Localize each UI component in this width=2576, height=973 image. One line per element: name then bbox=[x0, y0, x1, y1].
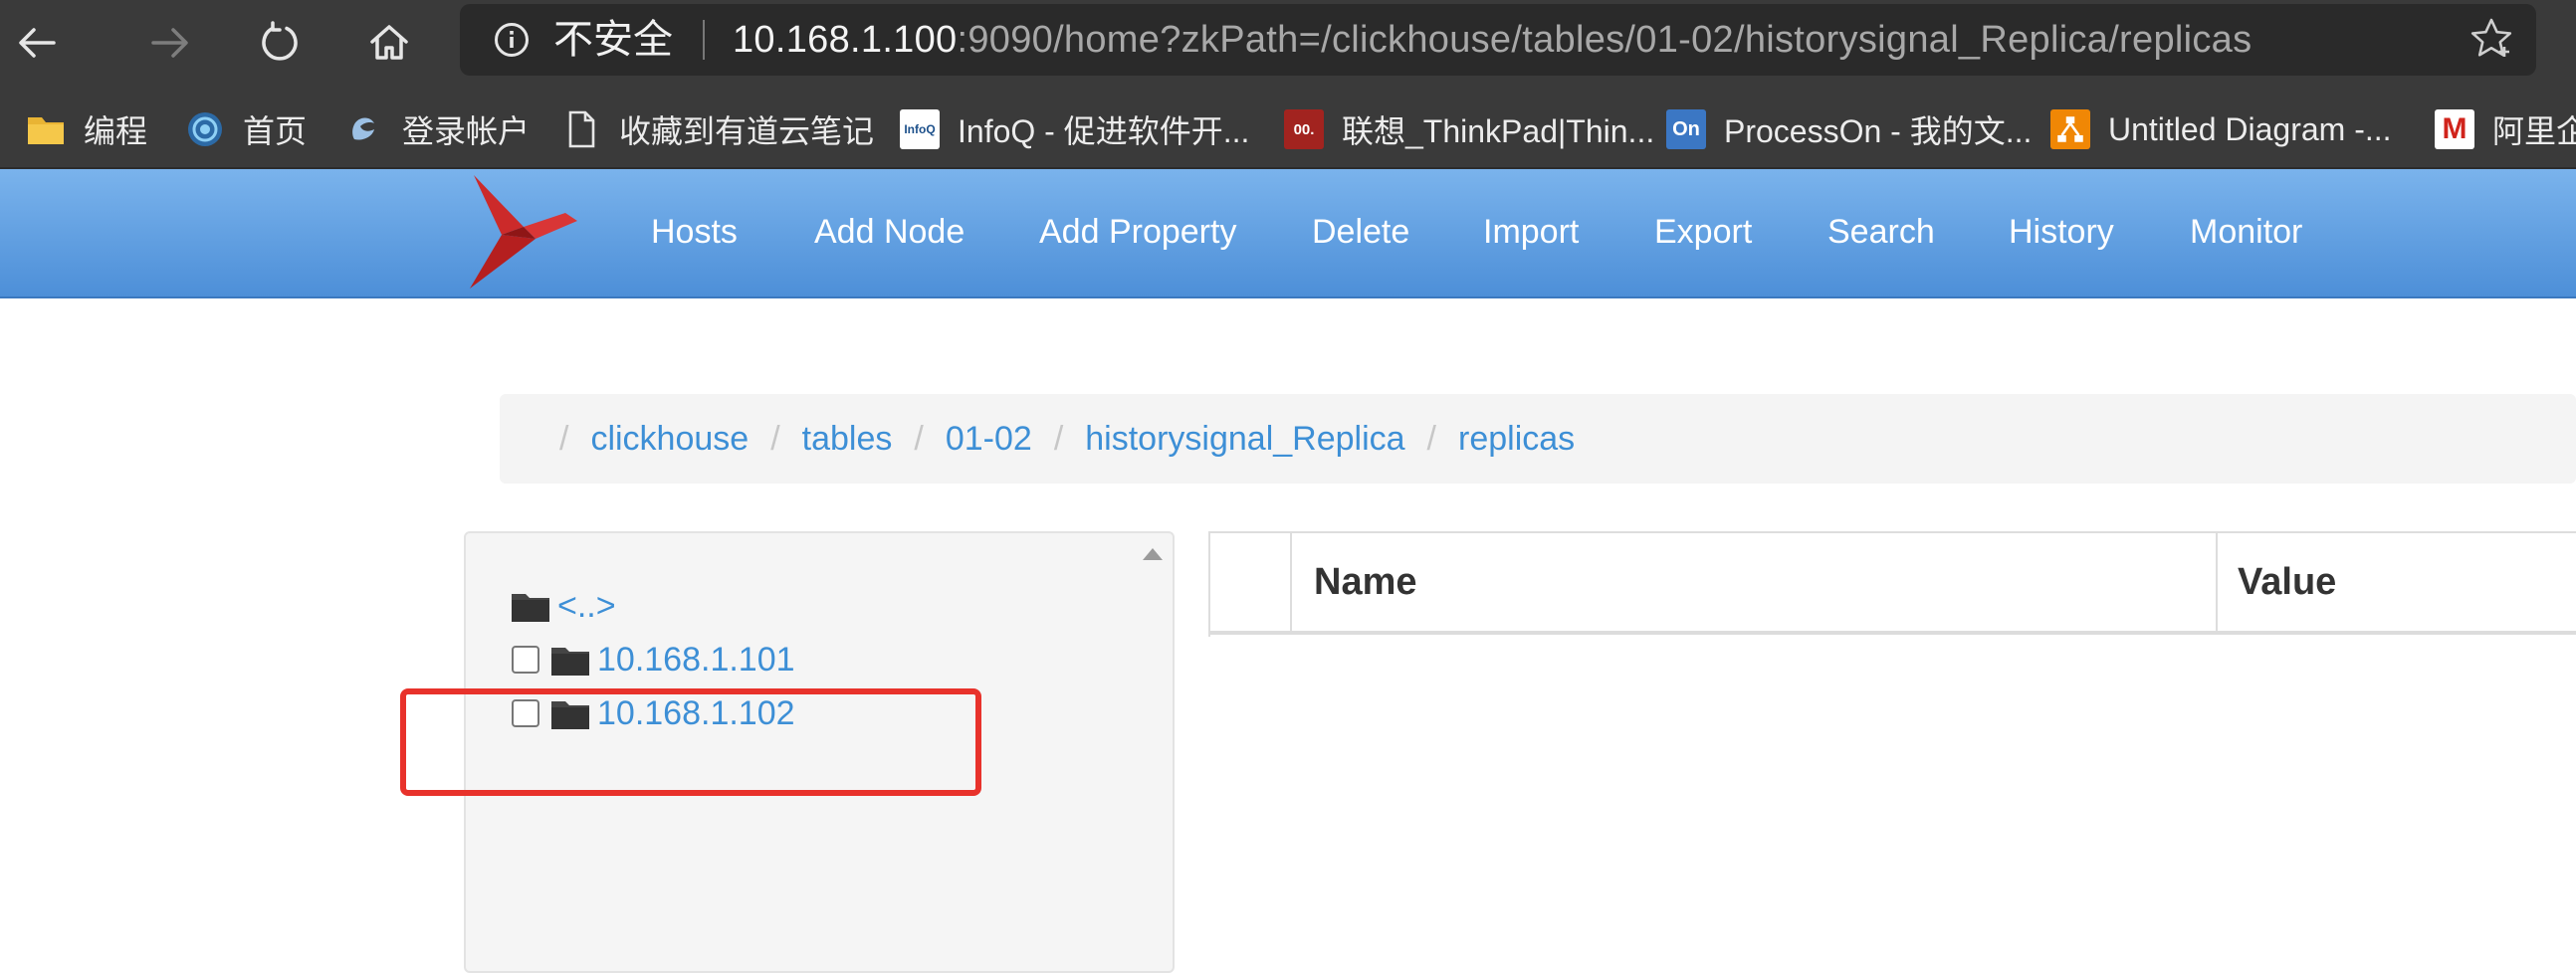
breadcrumb: / clickhouse / tables / 01-02 / historysignal_R… bbox=[500, 394, 2576, 484]
bookmark-item[interactable]: InfoQ InfoQ - 促进软件开... bbox=[900, 105, 1249, 153]
page-icon bbox=[561, 109, 601, 149]
breadcrumb-historysignal-replica[interactable]: historysignal_Replica bbox=[1085, 420, 1404, 458]
table-header-divider bbox=[1210, 631, 2576, 635]
home-icon bbox=[370, 25, 408, 60]
bookmark-item[interactable]: 00. 联想_ThinkPad|Thin... bbox=[1284, 105, 1654, 153]
folder-icon bbox=[512, 594, 549, 622]
security-label[interactable]: 不安全 bbox=[553, 14, 673, 66]
bookmark-item[interactable]: 收藏到有道云笔记 bbox=[561, 105, 874, 153]
triangle-up-icon bbox=[1143, 548, 1163, 560]
forward-arrow-icon bbox=[151, 28, 188, 58]
url-host: 10.168.1.100 bbox=[733, 19, 958, 61]
processon-icon: On bbox=[1666, 109, 1706, 149]
aliyun-mail-icon: M bbox=[2435, 109, 2474, 149]
bookmark-item[interactable]: 首页 bbox=[185, 105, 307, 153]
forward-button[interactable] bbox=[135, 8, 205, 78]
folder-icon bbox=[26, 109, 66, 149]
tree-node-row[interactable]: 10.168.1.101 bbox=[512, 635, 795, 684]
breadcrumb-trail: / clickhouse / tables / 01-02 / historysignal_R… bbox=[500, 394, 1575, 484]
drawio-icon bbox=[2050, 109, 2090, 149]
address-bar[interactable]: 不安全 10.168.1.100:9090/home?zkPath=/click… bbox=[460, 4, 2536, 76]
bookmarks-bar: 编程 首页 登录帐户 收藏到有道云笔记 InfoQ InfoQ - 促进软件开.… bbox=[0, 92, 2576, 169]
swirl-icon bbox=[185, 109, 225, 149]
properties-table: Name Value bbox=[1208, 531, 2576, 637]
breadcrumb-01-02[interactable]: 01-02 bbox=[946, 420, 1032, 458]
back-button[interactable] bbox=[2, 8, 72, 78]
node-checkbox[interactable] bbox=[512, 646, 539, 674]
surfshark-icon bbox=[344, 109, 384, 149]
bookmark-item[interactable]: Untitled Diagram -... bbox=[2050, 105, 2392, 153]
app-navbar: Hosts Add Node Add Property Delete Impor… bbox=[0, 169, 2576, 298]
url-text[interactable]: 10.168.1.100:9090/home?zkPath=/clickhous… bbox=[733, 14, 2252, 66]
bookmark-star-icon[interactable] bbox=[2467, 14, 2516, 64]
nav-search[interactable]: Search bbox=[1827, 209, 1935, 255]
url-path: :9090/home?zkPath=/clickhouse/tables/01-… bbox=[957, 19, 2253, 61]
infoq-icon: InfoQ bbox=[900, 109, 940, 149]
breadcrumb-separator: / bbox=[1426, 420, 1436, 458]
bird-logo-icon[interactable] bbox=[466, 169, 585, 296]
nav-add-property[interactable]: Add Property bbox=[1039, 209, 1236, 255]
refresh-button[interactable] bbox=[245, 8, 315, 78]
home-button[interactable] bbox=[354, 8, 424, 78]
nav-monitor[interactable]: Monitor bbox=[2190, 209, 2302, 255]
breadcrumb-clickhouse[interactable]: clickhouse bbox=[590, 420, 749, 458]
parent-node-link[interactable]: <..> bbox=[557, 587, 616, 626]
breadcrumb-tables[interactable]: tables bbox=[802, 420, 893, 458]
column-header-name[interactable]: Name bbox=[1292, 533, 2218, 631]
folder-icon bbox=[551, 648, 589, 676]
nav-history[interactable]: History bbox=[2009, 209, 2114, 255]
nav-hosts[interactable]: Hosts bbox=[651, 209, 738, 255]
address-separator bbox=[703, 20, 705, 60]
node-link[interactable]: 10.168.1.101 bbox=[597, 641, 795, 680]
breadcrumb-separator: / bbox=[914, 420, 924, 458]
scrollbar-up-button[interactable] bbox=[1133, 533, 1173, 573]
breadcrumb-separator: / bbox=[1053, 420, 1064, 458]
refresh-icon bbox=[262, 21, 298, 61]
bookmark-item[interactable]: M 阿里企 bbox=[2435, 105, 2576, 153]
bookmark-item[interactable]: 编程 bbox=[26, 105, 147, 153]
browser-toolbar: 不安全 10.168.1.100:9090/home?zkPath=/click… bbox=[0, 0, 2576, 92]
annotation-highlight-box bbox=[400, 688, 981, 796]
bookmark-item[interactable]: On ProcessOn - 我的文... bbox=[1666, 105, 2032, 153]
bookmark-item[interactable]: 登录帐户 bbox=[344, 105, 530, 153]
breadcrumb-separator: / bbox=[559, 420, 569, 458]
nav-delete[interactable]: Delete bbox=[1312, 209, 1409, 255]
nav-import[interactable]: Import bbox=[1483, 209, 1579, 255]
nav-export[interactable]: Export bbox=[1654, 209, 1752, 255]
breadcrumb-replicas[interactable]: replicas bbox=[1458, 420, 1575, 458]
column-header-value[interactable]: Value bbox=[2218, 533, 2336, 631]
back-arrow-icon bbox=[19, 28, 56, 58]
tree-parent-row[interactable]: <..> bbox=[512, 581, 616, 631]
lenovo-icon: 00. bbox=[1284, 109, 1324, 149]
select-column-header[interactable] bbox=[1210, 533, 1292, 631]
breadcrumb-separator: / bbox=[770, 420, 780, 458]
nav-add-node[interactable]: Add Node bbox=[814, 209, 965, 255]
info-icon[interactable] bbox=[494, 22, 530, 58]
